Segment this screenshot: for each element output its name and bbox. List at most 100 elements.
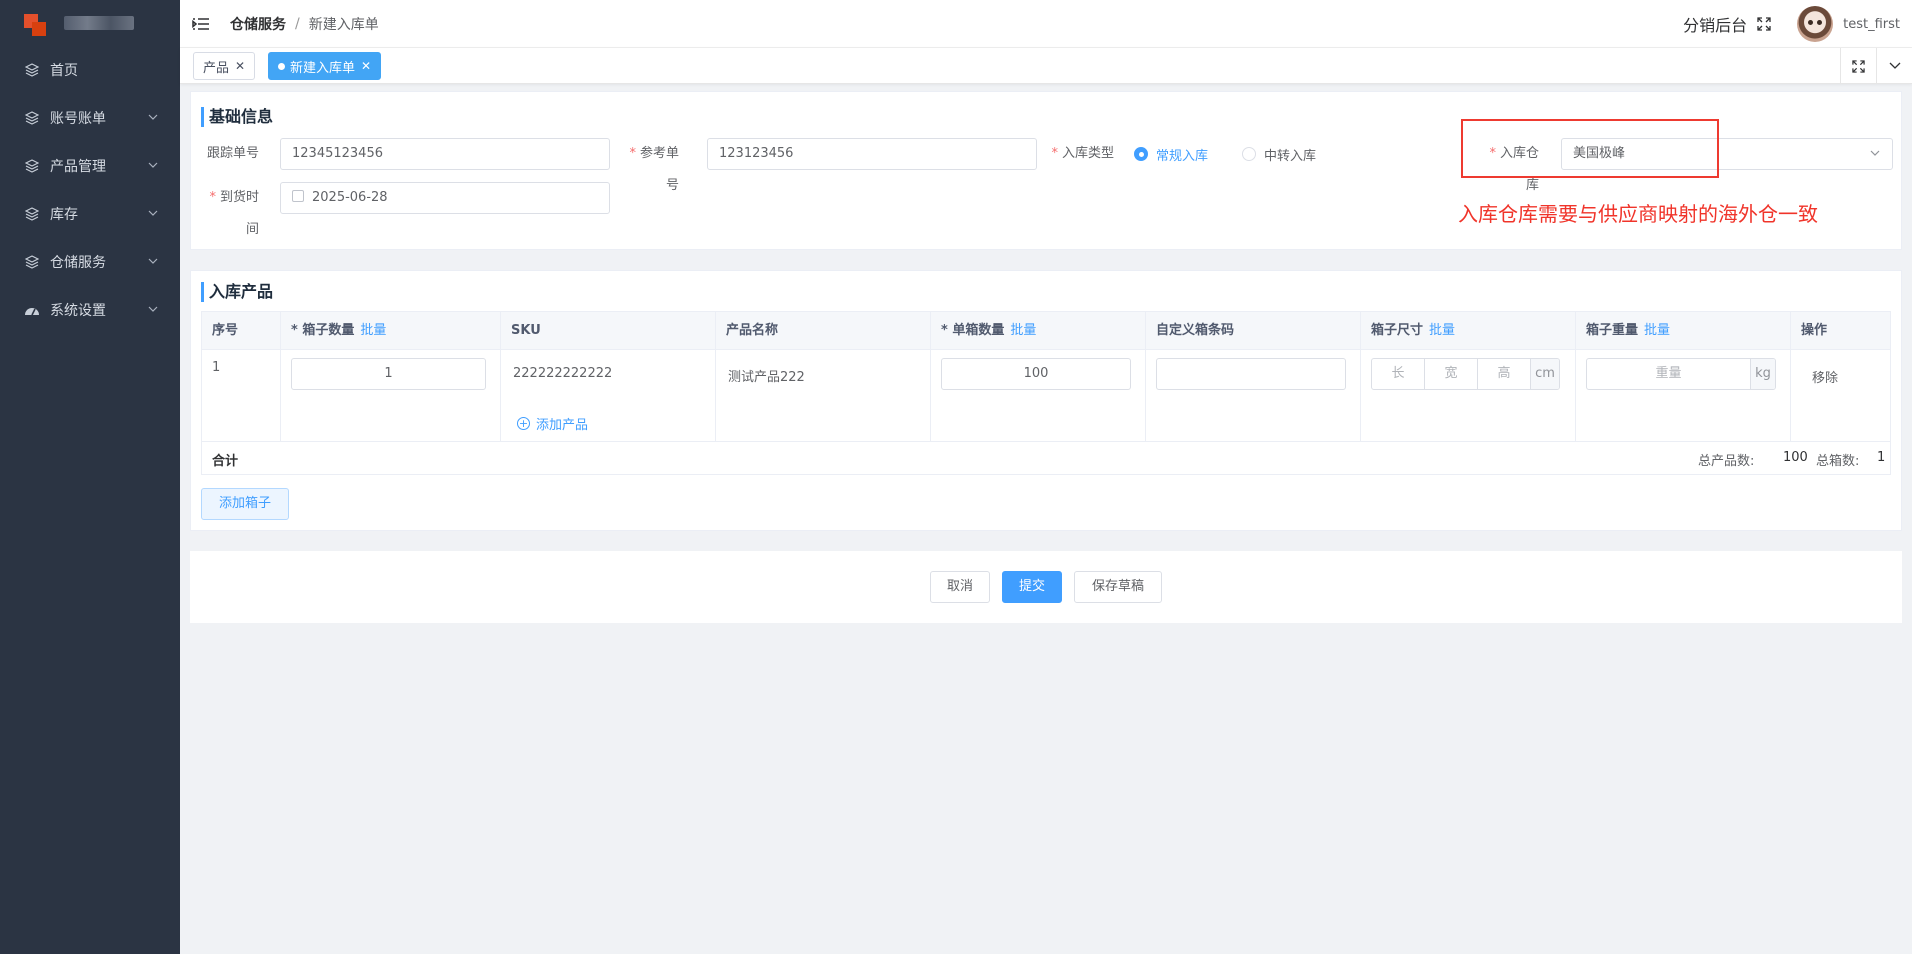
cell-unit-qty: 100: [931, 350, 1146, 442]
custom-barcode-input[interactable]: [1156, 358, 1346, 390]
sidebar-item-label: 产品管理: [50, 159, 106, 175]
sidebar-item-product-management[interactable]: 产品管理: [0, 142, 180, 190]
tab-new-inbound[interactable]: 新建入库单 ✕: [268, 52, 382, 80]
sidebar-item-system-settings[interactable]: 系统设置: [0, 286, 180, 334]
tab-product[interactable]: 产品 ✕: [193, 52, 256, 80]
tabs-dropdown-button[interactable]: [1876, 48, 1912, 84]
logo[interactable]: [0, 0, 180, 46]
sidebar-item-home[interactable]: 首页: [0, 46, 180, 94]
header-right: 分销后台 test_first: [1683, 0, 1900, 48]
sidebar-item-label: 首页: [50, 63, 78, 79]
col-unit-qty: * 单箱数量 批量: [931, 312, 1146, 350]
length-input[interactable]: 长: [1372, 359, 1425, 389]
save-draft-button[interactable]: 保存草稿: [1074, 571, 1162, 603]
cancel-button[interactable]: 取消: [930, 571, 990, 603]
layers-icon: [24, 206, 40, 222]
table-footer: 合计 总产品数: 100 总箱数: 1: [202, 442, 1890, 474]
distribution-backend-link[interactable]: 分销后台: [1683, 12, 1747, 36]
chevron-down-icon: [1870, 150, 1880, 156]
arrival-date-picker[interactable]: 2025-06-28: [280, 182, 610, 214]
batch-box-size-link[interactable]: 批量: [1429, 323, 1455, 338]
submit-button[interactable]: 提交: [1002, 571, 1062, 603]
table-row: 1 1 222222222222 + 添加产品 测试产品222 100 长 宽 …: [202, 350, 1890, 442]
tracking-input[interactable]: 12345123456: [280, 138, 610, 170]
add-product-link[interactable]: + 添加产品: [517, 414, 588, 433]
layers-icon: [24, 62, 40, 78]
inbound-type-label: * 入库类型: [1051, 146, 1114, 161]
unit-qty-input[interactable]: 100: [941, 358, 1131, 390]
cell-box-weight: 重量 kg: [1576, 350, 1791, 442]
tracking-label: 跟踪单号: [206, 146, 259, 161]
sidebar-item-warehouse-service[interactable]: 仓储服务: [0, 238, 180, 286]
size-unit: cm: [1531, 359, 1559, 389]
remove-link[interactable]: 移除: [1812, 367, 1838, 386]
top-header: 仓储服务 / 新建入库单 分销后台 test_first: [180, 0, 1912, 48]
cell-sku: 222222222222 + 添加产品: [501, 350, 716, 442]
chevron-down-icon: [148, 258, 158, 264]
add-box-button[interactable]: 添加箱子: [201, 488, 289, 520]
chevron-down-icon: [148, 306, 158, 312]
product-name-value: 测试产品222: [728, 370, 805, 385]
active-dot-icon: [278, 62, 285, 70]
total-boxes-value: 1: [1877, 450, 1886, 465]
sidebar-item-account-bill[interactable]: 账号账单: [0, 94, 180, 142]
batch-box-qty-link[interactable]: 批量: [360, 323, 386, 338]
box-weight-input-group: 重量 kg: [1586, 358, 1776, 390]
logo-mark: [24, 10, 50, 36]
sidebar: 首页 账号账单 产品管理 库存 仓储服务 系统设置: [0, 0, 180, 954]
sidebar-item-label: 仓储服务: [50, 255, 106, 271]
height-input[interactable]: 高: [1478, 359, 1531, 389]
total-products-label: 总产品数:: [1698, 454, 1755, 469]
col-box-size: 箱子尺寸 批量: [1361, 312, 1576, 350]
reference-label: * 参考单号: [629, 146, 679, 193]
reference-input[interactable]: 123123456: [707, 138, 1037, 170]
batch-unit-qty-link[interactable]: 批量: [1010, 323, 1036, 338]
layers-icon: [24, 254, 40, 270]
breadcrumb: 仓储服务 / 新建入库单: [230, 14, 379, 34]
tabs-fullscreen-button[interactable]: [1840, 48, 1876, 84]
cell-action: 移除: [1791, 350, 1890, 442]
total-boxes-label: 总箱数:: [1816, 454, 1860, 469]
sidebar-item-label: 系统设置: [50, 303, 106, 319]
col-custom-barcode: 自定义箱条码: [1146, 312, 1361, 350]
tab-label: 产品: [203, 60, 230, 76]
arrival-date-value: 2025-06-28: [312, 190, 388, 205]
cell-index: 1: [202, 350, 281, 442]
inbound-products-card: 入库产品 序号 * 箱子数量 批量 SKU 产品名称 * 单箱数量 批量 自定义箱条…: [190, 270, 1902, 531]
sidebar-item-inventory[interactable]: 库存: [0, 190, 180, 238]
tabs-bar: 产品 ✕ 新建入库单 ✕: [180, 48, 1912, 84]
width-input[interactable]: 宽: [1425, 359, 1478, 389]
layers-icon: [24, 158, 40, 174]
weight-input[interactable]: 重量: [1587, 359, 1751, 389]
box-qty-input[interactable]: 1: [291, 358, 486, 390]
chevron-down-icon: [148, 114, 158, 120]
radio-regular-inbound[interactable]: 常规入库: [1134, 138, 1208, 170]
breadcrumb-parent[interactable]: 仓储服务: [230, 14, 286, 34]
col-box-weight: 箱子重量 批量: [1576, 312, 1791, 350]
close-icon[interactable]: ✕: [235, 59, 245, 73]
chevron-down-icon: [148, 210, 158, 216]
actions-card: 取消 提交 保存草稿: [190, 551, 1902, 623]
avatar[interactable]: [1797, 6, 1834, 42]
batch-box-weight-link[interactable]: 批量: [1644, 323, 1670, 338]
cell-custom-barcode: [1146, 350, 1361, 442]
basic-info-card: 基础信息 跟踪单号 12345123456 * 参考单号 123123456 * 入…: [190, 91, 1902, 250]
col-action: 操作: [1801, 323, 1828, 338]
logo-text-blurred: [64, 16, 134, 30]
arrival-label: * 到货时间: [209, 190, 259, 237]
weight-unit: kg: [1751, 359, 1775, 389]
table-header: 序号 * 箱子数量 批量 SKU 产品名称 * 单箱数量 批量 自定义箱条码 箱子尺…: [202, 312, 1890, 350]
cell-product-name: 测试产品222: [716, 350, 931, 442]
box-size-inputs: 长 宽 高 cm: [1371, 358, 1560, 390]
chevron-down-icon: [1889, 62, 1900, 69]
close-icon[interactable]: ✕: [361, 59, 371, 73]
fullscreen-icon[interactable]: [1757, 17, 1771, 31]
tab-label: 新建入库单: [290, 60, 356, 76]
radio-circle: [1134, 147, 1148, 161]
col-sku: SKU: [501, 312, 716, 350]
username[interactable]: test_first: [1843, 17, 1900, 32]
radio-transfer-inbound[interactable]: 中转入库: [1242, 138, 1316, 170]
menu-fold-icon[interactable]: [192, 17, 210, 31]
cell-box-size: 长 宽 高 cm: [1361, 350, 1576, 442]
total-products-value: 100: [1783, 450, 1808, 465]
